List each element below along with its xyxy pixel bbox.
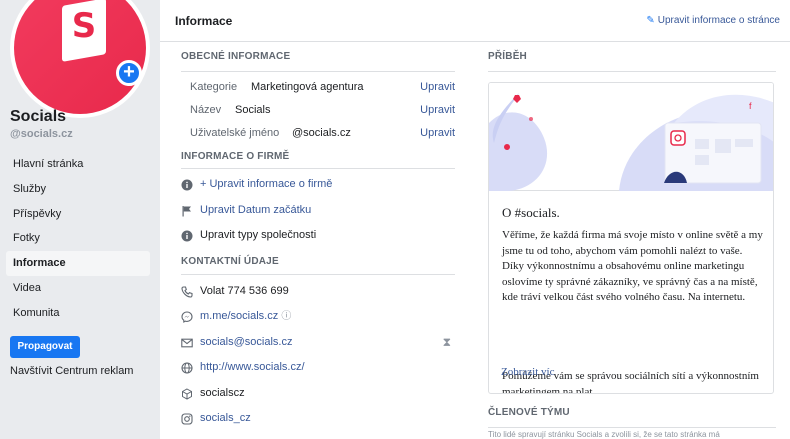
info-icon xyxy=(181,230,193,242)
edit-page-info-label: Upravit informace o stránce xyxy=(657,15,780,26)
nav-item-home[interactable]: Hlavní stránka xyxy=(6,152,150,177)
contact-row-snapchat[interactable]: socialscz xyxy=(181,381,455,407)
edit-username-link[interactable]: Upravit xyxy=(420,122,455,145)
flag-icon xyxy=(182,205,191,216)
company-row-start-date[interactable]: Upravit Datum začátku xyxy=(181,198,455,224)
contact-row-instagram[interactable]: socials_cz xyxy=(181,406,455,432)
social-handle-value[interactable]: socialscz xyxy=(200,381,245,407)
company-info-title: INFORMACE O FIRMĚ xyxy=(181,145,455,169)
brand-logo: S xyxy=(14,0,146,114)
edit-company-info-link[interactable]: + Upravit informace o firmě xyxy=(200,172,332,198)
company-row-types[interactable]: Upravit typy společnosti xyxy=(181,223,455,249)
general-info-title: OBECNÉ INFORMACE xyxy=(181,42,455,72)
company-row-edit-info[interactable]: + Upravit informace o firmě xyxy=(181,172,455,198)
messenger-value: m.me/socials.cz xyxy=(200,310,279,322)
ad-center-link[interactable]: Navštívit Centrum reklam xyxy=(10,365,133,377)
instagram-link[interactable]: socials_cz xyxy=(200,406,251,432)
team-section-title: ČLENOVÉ TÝMU xyxy=(488,398,776,428)
main-content: Informace ✎ Upravit informace o stránce O… xyxy=(160,0,790,439)
general-row-category: Kategorie Marketingová agentura Upravit xyxy=(181,76,455,99)
name-value: Socials xyxy=(235,104,271,116)
nav-item-photos[interactable]: Fotky xyxy=(6,226,150,251)
edit-page-info-link[interactable]: ✎ Upravit informace o stránce xyxy=(646,15,780,26)
nav-item-videos[interactable]: Videa xyxy=(6,276,150,301)
page-title: Informace xyxy=(175,14,233,28)
messenger-info-icon[interactable]: ⓘ xyxy=(281,311,291,322)
story-section-title: PŘÍBĚH xyxy=(488,42,776,72)
contact-info-title: KONTAKTNÍ ÚDAJE xyxy=(181,249,455,275)
username-value: @socials.cz xyxy=(292,127,351,139)
page-name[interactable]: Socials xyxy=(10,108,66,126)
edit-category-link[interactable]: Upravit xyxy=(420,76,455,99)
info-column: OBECNÉ INFORMACE Kategorie Marketingová … xyxy=(181,42,455,432)
nav-item-services[interactable]: Služby xyxy=(6,177,150,202)
profile-picture[interactable]: S xyxy=(10,0,150,118)
page-handle: @socials.cz xyxy=(10,128,73,140)
team-description: Tito lidé spravují stránku Socials a zvo… xyxy=(488,430,720,439)
contact-row-email[interactable]: socials@socials.cz ⧗ xyxy=(181,330,455,356)
about-header: Informace ✎ Upravit informace o stránce xyxy=(160,0,790,42)
add-photo-button[interactable]: + xyxy=(116,60,142,86)
edit-name-link[interactable]: Upravit xyxy=(420,99,455,122)
messenger-icon xyxy=(181,311,193,323)
nav-item-community[interactable]: Komunita xyxy=(6,301,150,326)
nav-item-posts[interactable]: Příspěvky xyxy=(6,202,150,227)
cube-icon xyxy=(182,387,192,400)
story-paragraph-1: Věříme, že každá firma má svoje místo v … xyxy=(502,229,763,304)
nav-item-about[interactable]: Informace xyxy=(6,251,150,276)
contact-row-phone[interactable]: Volat 774 536 699 xyxy=(181,279,455,305)
name-label: Název xyxy=(190,104,222,116)
category-value: Marketingová agentura xyxy=(251,81,364,93)
phone-value[interactable]: Volat 774 536 699 xyxy=(200,279,289,305)
globe-icon xyxy=(181,362,193,374)
pencil-icon: ✎ xyxy=(646,15,655,26)
story-column: PŘÍBĚH f O #socials. Věříme, že každá fi… xyxy=(488,42,776,439)
website-link[interactable]: http://www.socials.cz/ xyxy=(200,355,305,381)
general-row-username: Uživatelské jméno @socials.cz Upravit xyxy=(181,122,455,145)
mail-icon xyxy=(181,338,193,347)
edit-company-types-text[interactable]: Upravit typy společnosti xyxy=(200,223,316,249)
contact-row-website[interactable]: http://www.socials.cz/ xyxy=(181,355,455,381)
contact-row-messenger[interactable]: m.me/socials.cz ⓘ xyxy=(181,304,455,330)
email-link[interactable]: socials@socials.cz xyxy=(200,330,292,356)
category-label: Kategorie xyxy=(190,81,238,93)
info-icon xyxy=(181,179,193,191)
hourglass-icon: ⧗ xyxy=(442,334,451,349)
promote-button[interactable]: Propagovat xyxy=(10,336,80,358)
phone-icon xyxy=(181,285,193,298)
left-sidebar: S + Socials @socials.cz Hlavní stránka S… xyxy=(0,0,160,439)
story-illustration-graphic: f xyxy=(489,93,773,191)
edit-start-date-link[interactable]: Upravit Datum začátku xyxy=(200,198,311,224)
story-illustration: f xyxy=(489,83,773,191)
messenger-link[interactable]: m.me/socials.cz ⓘ xyxy=(200,304,291,330)
instagram-icon xyxy=(181,413,193,425)
username-label: Uživatelské jméno xyxy=(190,127,280,139)
story-card[interactable]: f O #socials. Věříme, že každá firma má … xyxy=(488,82,774,394)
general-row-name: Název Socials Upravit xyxy=(181,99,455,122)
page-nav: Hlavní stránka Služby Příspěvky Fotky In… xyxy=(6,152,150,326)
logo-shape: S xyxy=(62,0,106,62)
story-heading: O #socials. xyxy=(502,205,560,220)
logo-letter: S xyxy=(71,6,97,46)
see-more-link[interactable]: Zobrazit víc xyxy=(501,366,554,378)
